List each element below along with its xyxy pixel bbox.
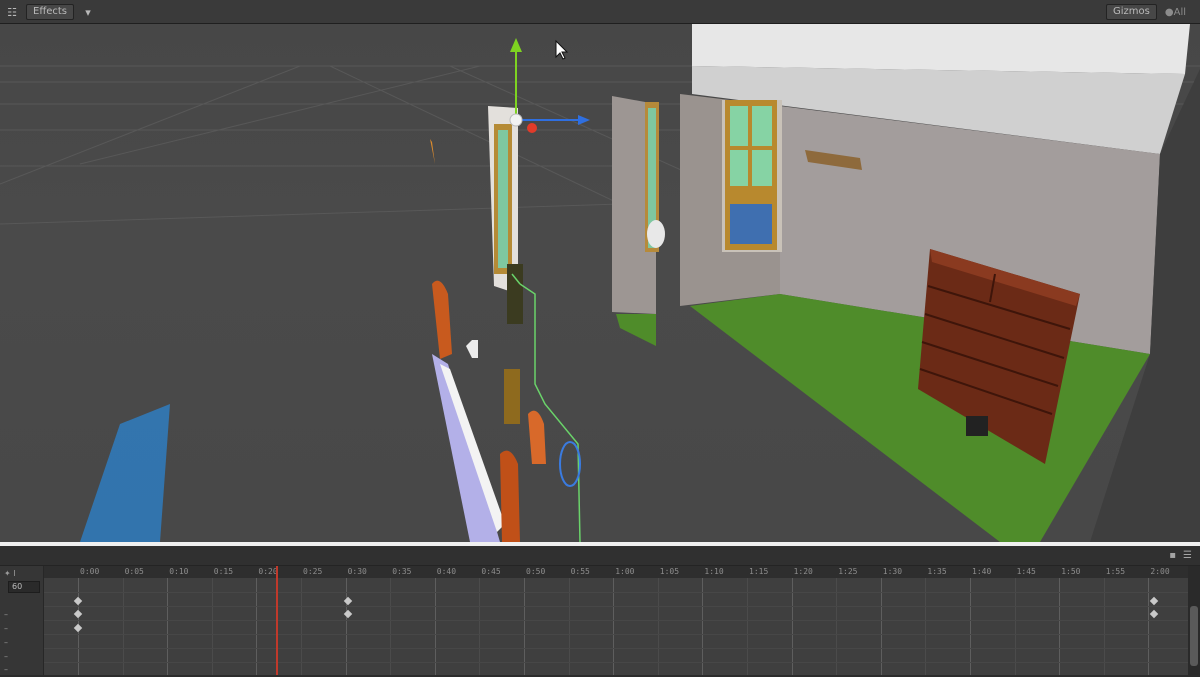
tick-label: 1:25 xyxy=(838,567,858,576)
window-pane-lower xyxy=(730,204,772,244)
window-pane xyxy=(730,150,748,186)
orange-card xyxy=(500,450,520,542)
tick-label: 1:40 xyxy=(972,567,992,576)
blue-panel xyxy=(432,354,500,542)
record-icon[interactable]: ✦ I xyxy=(0,569,43,581)
effects-dropdown[interactable]: Effects xyxy=(26,4,74,20)
keyframe[interactable] xyxy=(1149,596,1159,606)
tick-label: 0:00 xyxy=(80,567,100,576)
track-row-line xyxy=(44,662,1188,663)
scene-viewport[interactable] xyxy=(0,24,1200,542)
tick-label: 1:05 xyxy=(659,567,680,576)
tick-label: 0:20 xyxy=(258,567,278,576)
cursor-icon xyxy=(555,39,569,60)
small-object xyxy=(966,416,988,436)
gizmo-x-handle-icon xyxy=(527,123,537,133)
tick-label: 0:30 xyxy=(347,567,367,576)
tick-label: 1:15 xyxy=(749,567,769,576)
audio-source-icon[interactable] xyxy=(466,340,478,358)
scene-canvas[interactable] xyxy=(0,24,1200,542)
tick-label: 1:00 xyxy=(615,567,635,576)
side-floor xyxy=(616,314,656,346)
timeline-header: ▪ ☰ xyxy=(0,546,1200,566)
track-row-line xyxy=(44,634,1188,635)
toolbar-right: Gizmos ●All xyxy=(1106,4,1186,20)
scene-toolbar: ☷ Effects ▾ Gizmos ●All xyxy=(0,0,1200,24)
gizmo-y-arrow-icon xyxy=(510,38,522,52)
tick-label: 1:20 xyxy=(793,567,813,576)
timeline-panel: ▪ ☰ ✦ I – – – – – 60 0:00 0:05 0:10 0:15 0:2… xyxy=(0,546,1200,675)
gizmos-dropdown[interactable]: Gizmos xyxy=(1106,4,1157,20)
tick-label: 1:55 xyxy=(1105,567,1126,576)
scrollbar-thumb[interactable] xyxy=(1190,606,1198,666)
tick-label: 0:55 xyxy=(570,567,590,576)
orange-card xyxy=(432,280,452,359)
keyframe[interactable] xyxy=(73,623,83,633)
track-row-marker: – xyxy=(4,652,8,661)
panel-window-glass xyxy=(498,130,508,268)
blue-outline-object xyxy=(559,441,581,487)
tick-label: 0:10 xyxy=(169,567,189,576)
tick-label: 1:10 xyxy=(704,567,724,576)
tick-label: 0:40 xyxy=(436,567,457,576)
search-field[interactable]: ●All xyxy=(1165,7,1186,18)
timeline-scrollbar[interactable] xyxy=(1188,566,1200,675)
tick-label: 0:50 xyxy=(526,567,546,576)
maximize-icon[interactable]: ▪ xyxy=(1169,550,1176,561)
transform-gizmo[interactable] xyxy=(509,38,590,133)
tick-label: 1:45 xyxy=(1016,567,1036,576)
track-row-line xyxy=(44,592,1188,593)
gizmo-center-icon xyxy=(509,113,523,127)
track-row-line xyxy=(44,648,1188,649)
track-row-marker: – xyxy=(4,665,8,674)
toolbar-left: ☷ Effects ▾ xyxy=(4,4,96,20)
window-pane xyxy=(730,106,748,146)
tick-label: 0:45 xyxy=(481,567,501,576)
tick-label: 0:15 xyxy=(213,567,234,576)
tick-label: 1:35 xyxy=(927,567,947,576)
tick-label: 2:00 xyxy=(1150,567,1170,576)
particle-streak xyxy=(80,404,170,542)
timeline-track-area[interactable] xyxy=(44,578,1188,675)
close-icon[interactable]: ☰ xyxy=(1183,550,1192,561)
brown-card xyxy=(504,369,520,424)
track-row-marker: – xyxy=(4,610,8,619)
track-row-marker: – xyxy=(4,624,8,633)
keyframe[interactable] xyxy=(73,596,83,606)
tick-label: 0:05 xyxy=(124,567,144,576)
dark-card xyxy=(507,264,523,324)
track-row-line xyxy=(44,620,1188,621)
keyframe[interactable] xyxy=(1149,609,1159,619)
orange-card xyxy=(528,410,546,464)
playhead[interactable] xyxy=(276,566,278,675)
tick-label: 1:30 xyxy=(882,567,903,576)
track-row-line xyxy=(44,606,1188,607)
track-row-marker: – xyxy=(4,638,8,647)
tick-label: 1:50 xyxy=(1061,567,1081,576)
window-pane xyxy=(752,150,772,186)
room-ceiling xyxy=(692,24,1190,74)
vase xyxy=(647,220,665,248)
tick-label: 0:35 xyxy=(392,567,412,576)
frame-rate-field[interactable]: 60 xyxy=(8,581,40,593)
chevron-down-icon[interactable]: ▾ xyxy=(80,4,96,20)
tick-label: 0:25 xyxy=(303,567,323,576)
small-flame xyxy=(430,139,435,164)
keyframe[interactable] xyxy=(73,609,83,619)
effects-toggle-icon[interactable]: ☷ xyxy=(4,4,20,20)
window-pane xyxy=(752,106,772,146)
timeline-ruler[interactable]: 0:00 0:05 0:10 0:15 0:20 0:25 0:30 0:35 0:40 0:45… xyxy=(44,566,1188,578)
gizmo-z-arrow-icon xyxy=(578,115,590,125)
